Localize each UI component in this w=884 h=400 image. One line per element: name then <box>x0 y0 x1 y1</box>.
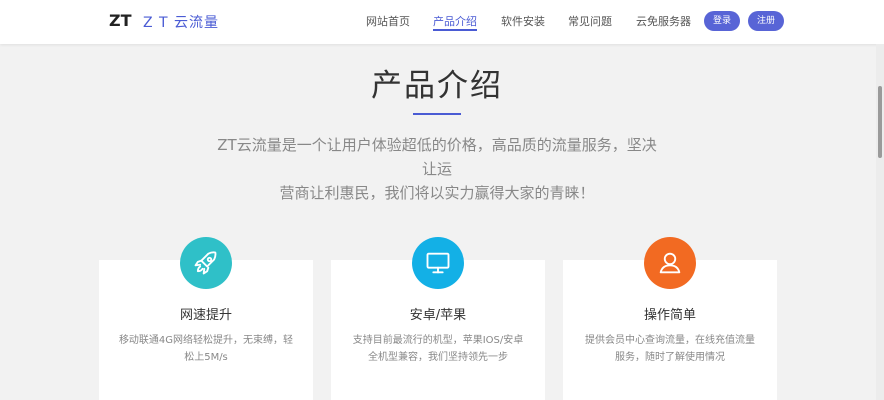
intro-line-2: 营商让利惠民，我们将以实力赢得大家的青睐！ <box>279 184 595 202</box>
monitor-icon <box>412 237 464 289</box>
nav-item-home[interactable]: 网站首页 <box>366 13 410 29</box>
rocket-icon <box>180 237 232 289</box>
login-button[interactable]: 登录 <box>704 11 740 31</box>
card-description: 支持目前最流行的机型，苹果IOS/安卓全机型兼容，我们坚持领先一步 <box>352 335 524 363</box>
card-description: 移动联通4G网络轻松提升，无束缚，轻松上5M/s <box>118 335 294 363</box>
title-underline <box>413 113 461 115</box>
intro-line-1: ZT云流量是一个让用户体验超低的价格，高品质的流量服务，坚决让运 <box>217 136 657 178</box>
nav-item-servers[interactable]: 云免服务器 <box>636 13 691 29</box>
card-title: 操作简单 <box>643 308 696 323</box>
scrollbar-thumb[interactable] <box>878 86 882 158</box>
card-description: 提供会员中心查询流量，在线充值流量服务，随时了解使用情况 <box>585 335 755 363</box>
nav-item-faq[interactable]: 常见问题 <box>568 13 612 29</box>
nav-item-install[interactable]: 软件安装 <box>501 13 545 29</box>
user-icon <box>644 237 696 289</box>
top-navbar: ZT Z T 云流量 网站首页 产品介绍 软件安装 常见问题 云免服务器 登录 … <box>0 0 884 44</box>
card-title: 网速提升 <box>179 308 232 323</box>
card-title: 安卓/苹果 <box>409 308 467 323</box>
page-scrollbar[interactable] <box>876 44 884 400</box>
section-title: 产品介绍 <box>371 68 503 104</box>
nav-item-products[interactable]: 产品介绍 <box>433 13 477 31</box>
section-intro: ZT云流量是一个让用户体验超低的价格，高品质的流量服务，坚决让运 营商让利惠民，… <box>210 133 664 205</box>
register-button[interactable]: 注册 <box>748 11 784 31</box>
